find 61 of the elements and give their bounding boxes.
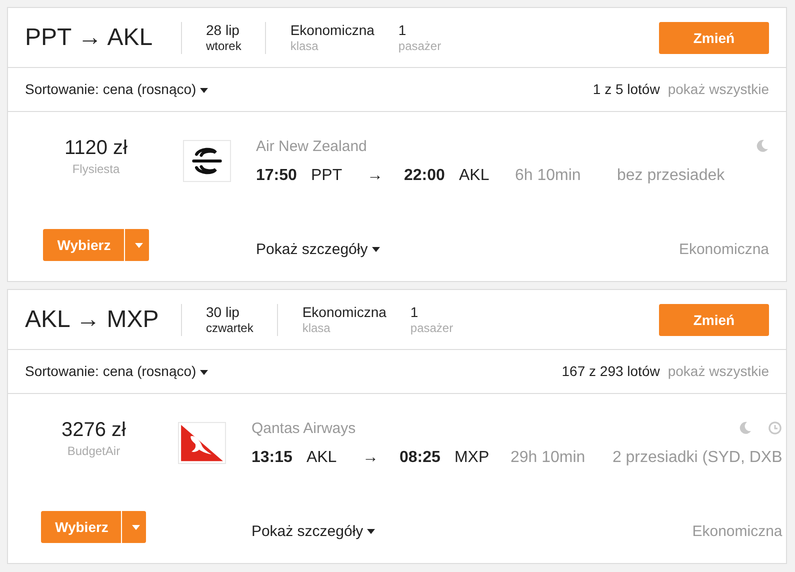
select-button[interactable]: Wybierz bbox=[43, 229, 125, 261]
departure-airport: PPT bbox=[311, 166, 344, 186]
cabin-label: klasa bbox=[290, 38, 320, 54]
departure-airport: AKL bbox=[306, 448, 338, 468]
caret-icon bbox=[134, 242, 143, 248]
passenger-label: pasażer bbox=[398, 38, 442, 54]
moon-icon bbox=[755, 139, 769, 153]
departure-time: 17:50 bbox=[256, 166, 298, 186]
clock-icon bbox=[768, 421, 782, 435]
change-button[interactable]: Zmień bbox=[659, 22, 769, 54]
price-label: 3276 zł bbox=[61, 418, 126, 442]
travel-date: 30 lip bbox=[206, 304, 240, 320]
change-button[interactable]: Zmień bbox=[659, 304, 769, 336]
passenger-count: 1 bbox=[410, 304, 420, 320]
results-count: 167 z 293 lotów bbox=[562, 362, 660, 381]
cabin-label: klasa bbox=[302, 320, 332, 336]
weekday-label: czwartek bbox=[206, 320, 254, 336]
airline-logo bbox=[178, 422, 226, 464]
moon-icon bbox=[738, 421, 752, 435]
caret-icon bbox=[200, 88, 208, 93]
cabin-class: Ekonomiczna bbox=[290, 22, 374, 38]
flight-duration: 6h 10min bbox=[515, 166, 582, 186]
route-arrow: → bbox=[362, 448, 380, 468]
dropdown-toggle[interactable] bbox=[121, 511, 146, 543]
dropdown-toggle[interactable] bbox=[124, 229, 149, 261]
airline-name: Air New Zealand bbox=[256, 137, 367, 156]
select-button[interactable]: Wybierz bbox=[41, 511, 122, 543]
details-link[interactable]: Pokaż szczegóły bbox=[256, 238, 380, 261]
passenger-label: pasażer bbox=[410, 320, 454, 336]
price-label: 1120 zł bbox=[64, 136, 128, 160]
stops-label: bez przesiadek bbox=[617, 166, 725, 186]
sort-dropdown[interactable]: Sortowanie: cena (rosnąco) bbox=[25, 79, 208, 100]
passenger-count: 1 bbox=[398, 22, 408, 38]
results-count: 1 z 5 lotów bbox=[592, 80, 660, 99]
travel-date: 28 lip bbox=[206, 22, 240, 38]
departure-time: 13:15 bbox=[251, 448, 294, 468]
flight-duration: 29h 10min bbox=[510, 448, 586, 468]
arrival-airport: AKL bbox=[459, 166, 490, 186]
cabin-class: Ekonomiczna bbox=[678, 240, 769, 260]
airline-logo bbox=[183, 140, 231, 182]
provider-label: BudgetAir bbox=[67, 443, 120, 460]
caret-icon bbox=[200, 370, 208, 375]
arrival-airport: MXP bbox=[454, 448, 490, 468]
route-title: AKL → MXP bbox=[25, 304, 160, 334]
caret-icon bbox=[367, 529, 376, 534]
show-all-link[interactable]: pokaż wszystkie bbox=[668, 361, 769, 382]
stops-label: 2 przesiadki (SYD, DXB bbox=[612, 448, 782, 468]
caret-icon bbox=[372, 247, 380, 252]
details-link[interactable]: Pokaż szczegóły bbox=[251, 520, 376, 543]
arrival-time: 08:25 bbox=[399, 448, 442, 468]
cabin-class: Ekonomiczna bbox=[692, 522, 782, 542]
weekday-label: wtorek bbox=[206, 38, 242, 54]
airline-name: Qantas Airways bbox=[251, 419, 356, 438]
route-arrow: → bbox=[367, 166, 384, 186]
show-all-link[interactable]: pokaż wszystkie bbox=[668, 79, 769, 100]
arrival-time: 22:00 bbox=[404, 166, 446, 186]
sort-dropdown[interactable]: Sortowanie: cena (rosnąco) bbox=[25, 361, 208, 382]
route-title: PPT → AKL bbox=[25, 22, 154, 52]
cabin-class: Ekonomiczna bbox=[302, 304, 386, 320]
provider-label: Flysiesta bbox=[72, 161, 120, 178]
caret-icon bbox=[132, 524, 140, 530]
